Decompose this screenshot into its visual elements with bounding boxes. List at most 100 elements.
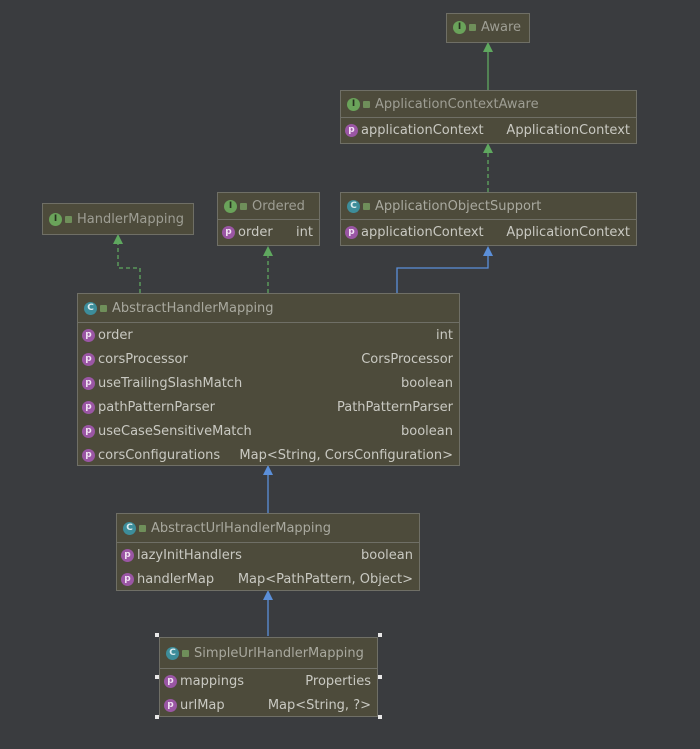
property-icon: p [345,225,358,239]
property-type: Map<String, CorsConfiguration> [239,447,453,463]
property-icon: p [82,400,95,414]
property-row: p corsConfigurations Map<String, CorsCon… [78,443,459,467]
property-name: useTrailingSlashMatch [98,375,243,391]
abstract-modifier-icon [65,215,72,223]
node-application-object-support[interactable]: C ApplicationObjectSupport p application… [340,192,637,246]
selection-handle-top-left[interactable] [155,633,159,637]
node-title: ApplicationObjectSupport [375,198,542,214]
property-row: p urlMap Map<String, ?> [160,693,377,717]
property-icon: p [82,448,95,462]
interface-icon: I [49,212,62,226]
property-row: p order int [218,220,319,244]
abstract-modifier-icon [469,23,476,31]
property-name: mappings [180,673,245,689]
node-header: C ApplicationObjectSupport [341,193,636,220]
property-type: boolean [401,375,453,391]
property-name: order [98,327,133,343]
node-ordered[interactable]: I Ordered p order int [217,192,320,246]
selection-handle-middle-left[interactable] [155,675,159,679]
node-application-context-aware[interactable]: I ApplicationContextAware p applicationC… [340,90,637,144]
property-type: ApplicationContext [506,224,630,240]
property-row: p applicationContext ApplicationContext [341,220,636,244]
abstract-modifier-icon [182,649,189,657]
property-row: p useTrailingSlashMatch boolean [78,371,459,395]
property-row: p mappings Properties [160,669,377,693]
interface-icon: I [453,20,466,34]
edge-abstracthandlermapping-to-handlermapping [113,234,141,293]
property-name: applicationContext [361,122,484,138]
property-icon: p [82,352,95,366]
selection-handle-middle-right[interactable] [378,675,382,679]
class-icon: C [123,521,136,535]
node-title: ApplicationContextAware [375,96,539,112]
node-handler-mapping[interactable]: I HandlerMapping [42,203,194,235]
property-row: p useCaseSensitiveMatch boolean [78,419,459,443]
uml-diagram-canvas: I Aware I ApplicationContextAware p appl… [0,0,700,749]
property-icon: p [164,674,177,688]
selection-handle-top-right[interactable] [378,633,382,637]
node-header: I HandlerMapping [43,204,193,234]
property-name: applicationContext [361,224,484,240]
node-title: SimpleUrlHandlerMapping [194,645,364,661]
property-type: Properties [305,673,371,689]
node-title: AbstractHandlerMapping [112,300,274,316]
node-aware[interactable]: I Aware [446,13,530,43]
property-icon: p [82,424,95,438]
abstract-modifier-icon [100,304,107,312]
edge-abstracthandlermapping-to-appobjectsupport [396,246,493,293]
interface-icon: I [224,199,237,213]
class-icon: C [84,301,97,315]
property-row: p order int [78,323,459,347]
node-title: Aware [481,19,522,35]
property-row: p applicationContext ApplicationContext [341,118,636,142]
interface-icon: I [347,97,360,111]
property-icon: p [121,572,134,586]
property-name: order [238,224,273,240]
node-abstract-handler-mapping[interactable]: C AbstractHandlerMapping p order int p c… [77,293,460,466]
node-title: Ordered [252,198,305,214]
property-name: pathPatternParser [98,399,216,415]
property-name: handlerMap [137,571,215,587]
property-icon: p [222,225,235,239]
property-row: p handlerMap Map<PathPattern, Object> [117,567,419,591]
property-type: boolean [401,423,453,439]
property-row: p lazyInitHandlers boolean [117,543,419,567]
node-header: I ApplicationContextAware [341,91,636,118]
node-header: C SimpleUrlHandlerMapping [160,638,377,669]
property-type: ApplicationContext [506,122,630,138]
property-type: PathPatternParser [336,399,453,415]
node-title: AbstractUrlHandlerMapping [151,520,332,536]
property-type: CorsProcessor [361,351,453,367]
property-type: Map<String, ?> [267,697,371,713]
abstract-modifier-icon [139,524,146,532]
property-name: lazyInitHandlers [137,547,242,563]
property-row: p pathPatternParser PathPatternParser [78,395,459,419]
abstract-modifier-icon [363,202,370,210]
property-icon: p [164,698,177,712]
class-icon: C [166,646,179,660]
property-type: Map<PathPattern, Object> [237,571,413,587]
property-type: int [296,224,313,240]
property-icon: p [82,328,95,342]
selection-handle-bottom-right[interactable] [378,715,382,719]
abstract-modifier-icon [363,100,370,108]
node-header: I Aware [447,14,529,40]
property-name: corsConfigurations [98,447,221,463]
selection-handle-bottom-left[interactable] [155,715,159,719]
property-type: int [436,327,453,343]
node-title: HandlerMapping [77,211,184,227]
node-simple-url-handler-mapping[interactable]: C SimpleUrlHandlerMapping p mappings Pro… [159,637,378,717]
class-icon: C [347,199,360,213]
abstract-modifier-icon [240,202,247,210]
node-abstract-url-handler-mapping[interactable]: C AbstractUrlHandlerMapping p lazyInitHa… [116,513,420,591]
property-name: urlMap [180,697,225,713]
node-header: C AbstractHandlerMapping [78,294,459,323]
property-name: corsProcessor [98,351,188,367]
property-row: p corsProcessor CorsProcessor [78,347,459,371]
node-header: I Ordered [218,193,319,220]
property-name: useCaseSensitiveMatch [98,423,252,439]
property-icon: p [82,376,95,390]
property-type: boolean [361,547,413,563]
property-icon: p [345,123,358,137]
node-header: C AbstractUrlHandlerMapping [117,514,419,543]
